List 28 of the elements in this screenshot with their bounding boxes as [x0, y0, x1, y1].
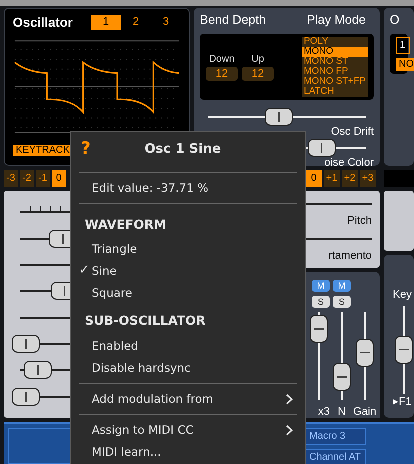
channel-label: Gain: [353, 405, 377, 418]
panel-title: Bend Depth: [200, 12, 266, 29]
menu-item-label: Edit value: -37.71 %: [92, 180, 209, 194]
slider-label: Pitch: [346, 214, 372, 229]
menu-item-label: MIDI learn...: [92, 445, 162, 459]
menu-section-header: WAVEFORM: [84, 216, 168, 234]
checkmark-icon: ✓: [79, 260, 90, 282]
menu-section-header: SUB-OSCILLATOR: [84, 312, 207, 330]
slider-label: Osc Drift: [331, 126, 374, 139]
channel-label: x3: [318, 405, 330, 418]
channel-label: ▸F1: [393, 394, 412, 410]
menu-item-label: Triangle: [92, 242, 138, 256]
menu-item-label: Sine: [92, 264, 117, 278]
slider-label: rtamento: [328, 248, 372, 264]
channel-label: N: [338, 405, 346, 418]
menu-item-label: Enabled: [92, 339, 138, 353]
menu-title: Osc 1 Sine: [144, 141, 222, 159]
menu-item-label: Disable hardsync: [92, 361, 191, 375]
menu-item-label: Square: [92, 286, 132, 300]
menu-item-label: Add modulation from: [92, 391, 214, 408]
panel-title: O: [390, 12, 401, 29]
panel-title: Oscillator: [13, 14, 73, 32]
panel-title: Play Mode: [306, 12, 366, 29]
menu-item-label: Assign to MIDI CC: [92, 422, 194, 439]
bend-label: Down: [209, 53, 235, 68]
bend-label: Up: [252, 53, 264, 68]
slider-label: oise Color: [324, 156, 374, 166]
panel-title: Key: [393, 288, 412, 303]
